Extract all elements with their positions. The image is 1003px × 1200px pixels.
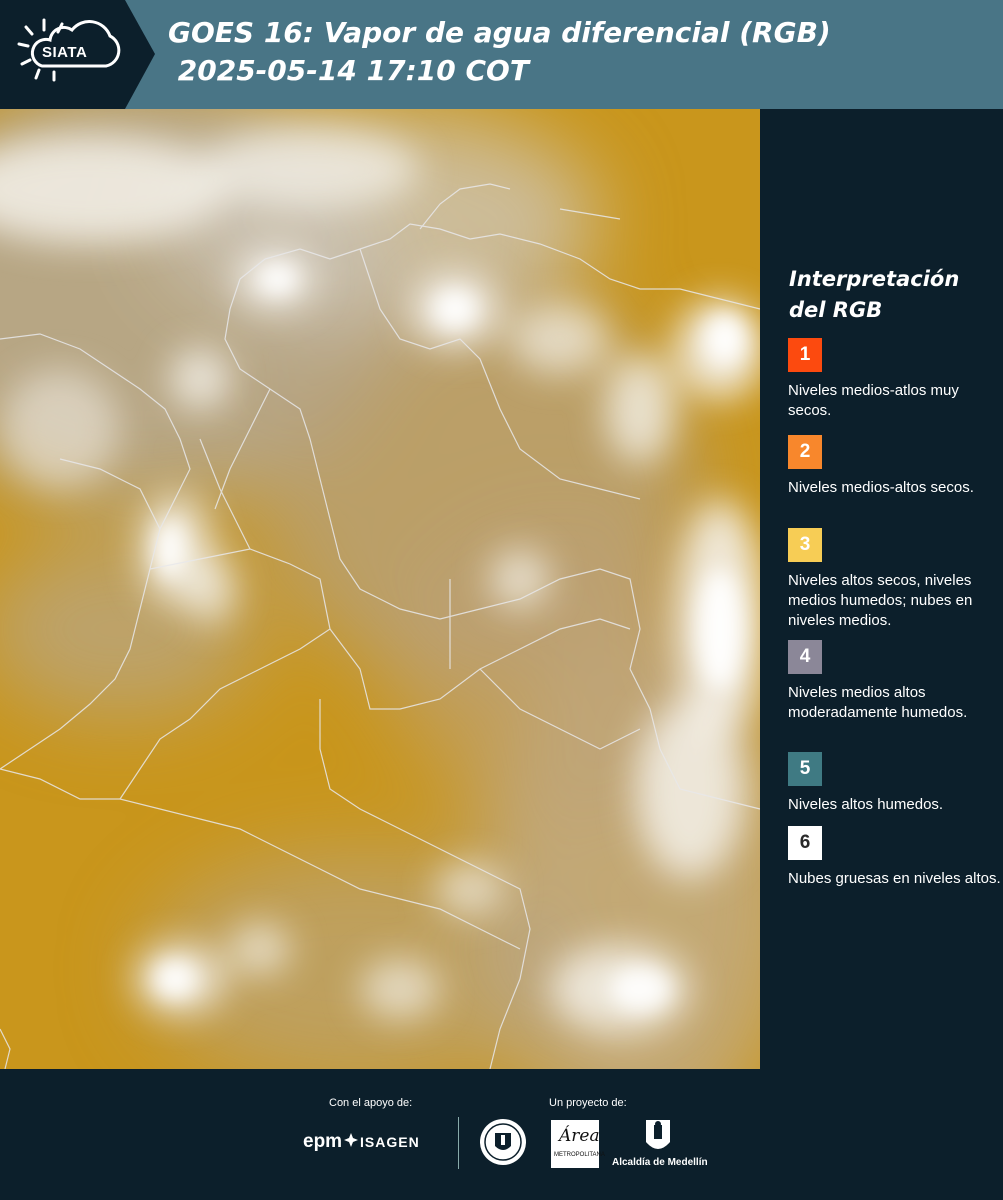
legend-desc-3: Niveles altos secos, niveles medios hume… <box>788 572 973 629</box>
legend-item-6: 6 Nubes gruesas en niveles altos. <box>788 826 1003 889</box>
legend-desc-6: Nubes gruesas en niveles altos. <box>788 870 1001 887</box>
legend-number-5: 5 <box>799 758 811 779</box>
legend-swatch-1: 1 <box>788 338 822 372</box>
epm-logo: epm <box>303 1131 343 1152</box>
university-seal-icon <box>480 1119 526 1165</box>
legend-swatch-2: 2 <box>788 435 822 469</box>
isagen-logo: ISAGEN <box>360 1134 420 1150</box>
area-logo-sub: METROPOLITANA <box>554 1152 605 1158</box>
legend-desc-1: Niveles medios-atlos muy secos. <box>788 382 959 419</box>
legend-swatch-6: 6 <box>788 826 822 860</box>
legend-swatch-5: 5 <box>788 752 822 786</box>
legend-swatch-3: 3 <box>788 528 822 562</box>
alcaldia-shield-icon <box>646 1120 670 1149</box>
legend-swatch-4: 4 <box>788 640 822 674</box>
legend-item-4: 4 Niveles medios altos moderadamente hum… <box>788 640 1003 723</box>
page-title: GOES 16: Vapor de agua diferencial (RGB)… <box>168 16 831 87</box>
legend-number-2: 2 <box>799 441 811 462</box>
footer: Con el apoyo de: Un proyecto de: epm ISA… <box>0 1069 1003 1200</box>
alcaldia-label: Alcaldía de Medellín <box>612 1157 708 1168</box>
header-bar: SIATA GOES 16: Vapor de agua diferencial… <box>0 0 1003 109</box>
area-metropolitana-logo: Área METROPOLITANA <box>551 1120 605 1168</box>
legend-item-3: 3 Niveles altos secos, niveles medios hu… <box>788 528 1003 631</box>
satellite-image <box>0 109 760 1069</box>
legend-desc-5: Niveles altos humedos. <box>788 796 944 813</box>
isagen-mark-icon <box>344 1133 358 1147</box>
legend-item-5: 5 Niveles altos humedos. <box>788 752 1003 815</box>
legend-number-4: 4 <box>799 646 811 667</box>
support-label: Con el apoyo de: <box>329 1097 413 1109</box>
legend-desc-4: Niveles medios altos moderadamente humed… <box>788 684 968 721</box>
legend-number-1: 1 <box>799 344 811 365</box>
legend-number-6: 6 <box>799 832 811 853</box>
legend-number-3: 3 <box>799 534 811 555</box>
project-label: Un proyecto de: <box>549 1097 627 1109</box>
logo-label: SIATA <box>42 44 88 61</box>
legend-item-2: 2 Niveles medios-altos secos. <box>788 435 1003 498</box>
satellite-map-graphic <box>0 109 760 1069</box>
legend-panel: Interpretación del RGB 1 Niveles medios-… <box>760 109 1003 1069</box>
legend-item-1: 1 Niveles medios-atlos muy secos. <box>788 338 1003 421</box>
area-logo-text: Área <box>559 1126 600 1146</box>
legend-title: Interpretación del RGB <box>789 267 960 322</box>
logo-block: SIATA <box>0 0 155 109</box>
legend-desc-2: Niveles medios-altos secos. <box>788 479 974 496</box>
footer-divider <box>458 1117 459 1169</box>
